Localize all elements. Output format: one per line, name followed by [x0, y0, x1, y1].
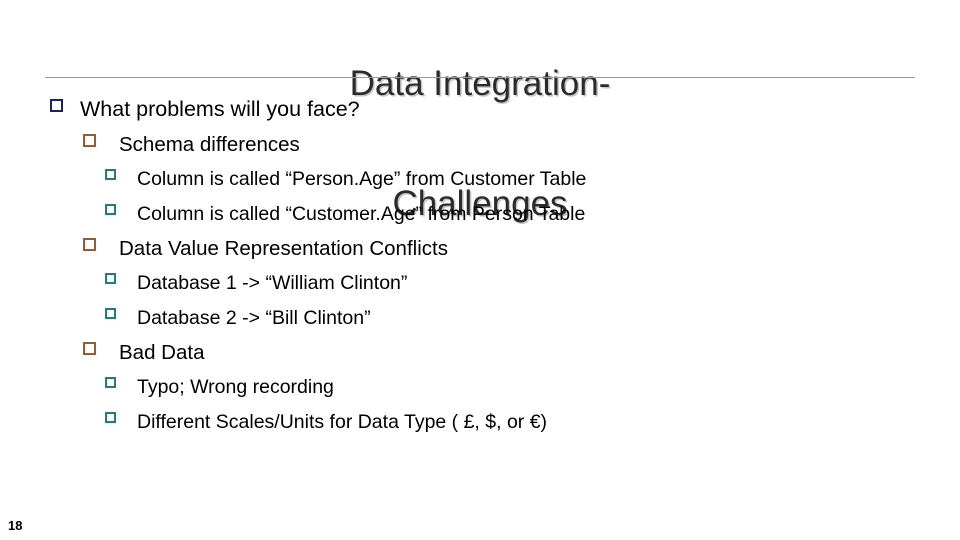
hollow-square-bullet-icon: [105, 266, 137, 284]
hollow-square-bullet-icon: [105, 301, 137, 319]
bullet-row: What problems will you face?: [0, 92, 960, 127]
hollow-square-bullet-icon: [50, 92, 80, 112]
page-number: 18: [8, 518, 23, 533]
bullet-text: Typo; Wrong recording: [137, 376, 334, 398]
hollow-square-bullet-icon: [83, 231, 119, 251]
bullet-row: Bad Data: [0, 335, 960, 370]
bullet-text: Database 1 -> “William Clinton”: [137, 272, 408, 294]
hollow-square-bullet-icon: [83, 335, 119, 355]
title-divider-rule: [45, 77, 915, 78]
bullet-row: Database 2 -> “Bill Clinton”: [0, 301, 960, 336]
slide-body-content: What problems will you face? Schema diffe…: [0, 92, 960, 439]
bullet-row: Typo; Wrong recording: [0, 370, 960, 405]
hollow-square-bullet-icon: [105, 370, 137, 388]
bullet-text: Bad Data: [119, 341, 205, 364]
bullet-text: Column is called “Person.Age” from Custo…: [137, 168, 587, 190]
bullet-row: Schema differences: [0, 127, 960, 162]
bullet-row: Different Scales/Units for Data Type ( £…: [0, 405, 960, 440]
hollow-square-bullet-icon: [105, 197, 137, 215]
hollow-square-bullet-icon: [105, 405, 137, 423]
bullet-text: Schema differences: [119, 133, 300, 156]
bullet-row: Column is called “Person.Age” from Custo…: [0, 162, 960, 197]
bullet-text: Column is called “Customer.Age” from Per…: [137, 202, 586, 225]
hollow-square-bullet-icon: [105, 162, 137, 180]
bullet-text: What problems will you face?: [80, 97, 360, 121]
hollow-square-bullet-icon: [83, 127, 119, 147]
bullet-row: Data Value Representation Conflicts: [0, 231, 960, 266]
bullet-text: Database 2 -> “Bill Clinton”: [137, 306, 371, 329]
bullet-text: Different Scales/Units for Data Type ( £…: [137, 410, 548, 433]
bullet-row: Database 1 -> “William Clinton”: [0, 266, 960, 301]
bullet-row: Column is called “Customer.Age” from Per…: [0, 197, 960, 232]
bullet-text: Data Value Representation Conflicts: [119, 237, 448, 260]
